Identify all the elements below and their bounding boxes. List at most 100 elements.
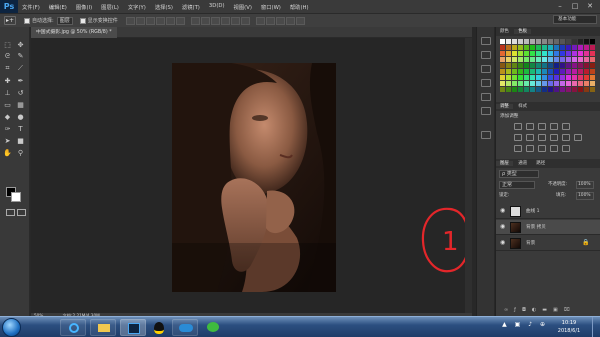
color-swatch[interactable] [530,81,535,86]
color-swatch[interactable] [578,51,583,56]
color-swatch[interactable] [512,57,517,62]
color-swatch[interactable] [500,75,505,80]
color-swatch[interactable] [572,57,577,62]
color-swatch[interactable] [548,51,553,56]
new-layer-icon[interactable]: ▣ [553,307,564,313]
color-swatch[interactable] [584,75,589,80]
color-swatch[interactable] [518,51,523,56]
color-swatch[interactable] [584,51,589,56]
color-lookup-adjust-icon[interactable] [574,134,582,141]
color-swatch[interactable] [512,75,517,80]
menu-3d[interactable]: 3D(D) [209,3,225,11]
color-swatch[interactable] [560,45,565,50]
color-swatch[interactable] [560,87,565,92]
maximize-button[interactable]: □ [569,2,581,11]
color-swatch[interactable] [584,39,589,44]
color-swatch[interactable] [572,39,577,44]
quick-mask-icon[interactable] [6,209,15,216]
blend-mode-dropdown[interactable]: 正常 [499,181,535,189]
color-swatch[interactable] [548,87,553,92]
color-swatch[interactable] [530,75,535,80]
color-swatch[interactable] [566,81,571,86]
distribute-bottom-icon[interactable] [210,16,220,25]
color-swatch[interactable] [572,81,577,86]
color-swatch[interactable] [524,69,529,74]
color-swatch[interactable] [590,63,595,68]
hand-tool-icon[interactable]: ✋ [3,149,12,158]
color-swatch[interactable] [524,81,529,86]
color-swatch[interactable] [560,81,565,86]
color-swatch[interactable] [560,39,565,44]
pen-tool-icon[interactable]: ✑ [3,125,12,134]
color-swatch[interactable] [578,63,583,68]
color-swatch[interactable] [560,63,565,68]
document-tab[interactable]: 中国式摄影.jpg @ 50% (RGB/8) * [31,27,117,38]
start-button[interactable] [2,318,21,337]
color-swatch[interactable] [554,39,559,44]
tool-presets-panel-icon[interactable] [481,107,491,115]
info-panel-icon[interactable] [481,131,491,139]
color-swatch[interactable] [572,51,577,56]
color-swatch[interactable] [536,57,541,62]
tab-color[interactable]: 颜色 [496,29,513,34]
background-color-swatch[interactable] [11,192,21,202]
type-tool-icon[interactable]: T [16,125,25,134]
color-swatch[interactable] [590,45,595,50]
photo-filter-adjust-icon[interactable] [550,134,558,141]
new-adjustment-icon[interactable]: ◐ [532,307,542,313]
color-swatch[interactable] [536,45,541,50]
color-swatch[interactable] [500,57,505,62]
color-swatch[interactable] [506,45,511,50]
invert-adjust-icon[interactable] [514,145,522,152]
color-swatch[interactable] [542,75,547,80]
qq-taskbar-icon[interactable] [146,319,172,336]
menu-type[interactable]: 文字(Y) [128,3,146,11]
3d-mode-icon[interactable] [255,16,265,25]
color-swatch[interactable] [542,45,547,50]
color-swatch[interactable] [500,87,505,92]
show-transform-checkbox[interactable] [79,17,86,24]
color-swatch[interactable] [512,45,517,50]
color-swatch[interactable] [530,45,535,50]
align-top-icon[interactable] [125,16,135,25]
channel-mixer-adjust-icon[interactable] [562,134,570,141]
color-swatch[interactable] [566,75,571,80]
color-swatch[interactable] [572,63,577,68]
menu-view[interactable]: 视图(V) [234,3,252,11]
color-swatch[interactable] [524,75,529,80]
color-swatch[interactable] [554,45,559,50]
color-swatch[interactable] [530,39,535,44]
color-swatch[interactable] [572,75,577,80]
menu-layer[interactable]: 图层(L) [101,3,119,11]
align-left-icon[interactable] [155,16,165,25]
screen-mode-icon[interactable] [17,209,26,216]
marquee-tool-icon[interactable]: ⬚ [3,41,12,50]
color-swatch[interactable] [536,75,541,80]
color-swatch[interactable] [578,45,583,50]
color-swatch[interactable] [572,45,577,50]
crop-tool-icon[interactable]: ⌗ [3,64,12,73]
layer-row-curves[interactable]: ◉ 曲线 1 [496,204,600,219]
color-swatch[interactable] [518,45,523,50]
layer-row-background-copy[interactable]: ◉ 背景 拷贝 [496,220,600,235]
add-mask-icon[interactable]: ◘ [522,307,532,313]
brush-panel-icon[interactable] [481,93,491,101]
color-swatch[interactable] [572,87,577,92]
canvas-vertical-scrollbar[interactable] [465,38,472,313]
3d-drag-icon[interactable] [285,16,295,25]
threshold-adjust-icon[interactable] [538,145,546,152]
color-swatch[interactable] [554,57,559,62]
color-swatch[interactable] [524,45,529,50]
visibility-eye-icon[interactable]: ◉ [500,240,506,246]
color-swatch[interactable] [584,45,589,50]
properties-panel-icon[interactable] [481,51,491,59]
ie-taskbar-icon[interactable] [60,319,86,336]
color-swatch[interactable] [518,87,523,92]
color-swatch[interactable] [554,87,559,92]
visibility-eye-icon[interactable]: ◉ [500,224,506,230]
show-desktop-button[interactable] [592,317,600,337]
color-swatch[interactable] [548,81,553,86]
color-swatch[interactable] [506,39,511,44]
tab-styles[interactable]: 样式 [514,104,531,109]
color-swatch[interactable] [524,63,529,68]
